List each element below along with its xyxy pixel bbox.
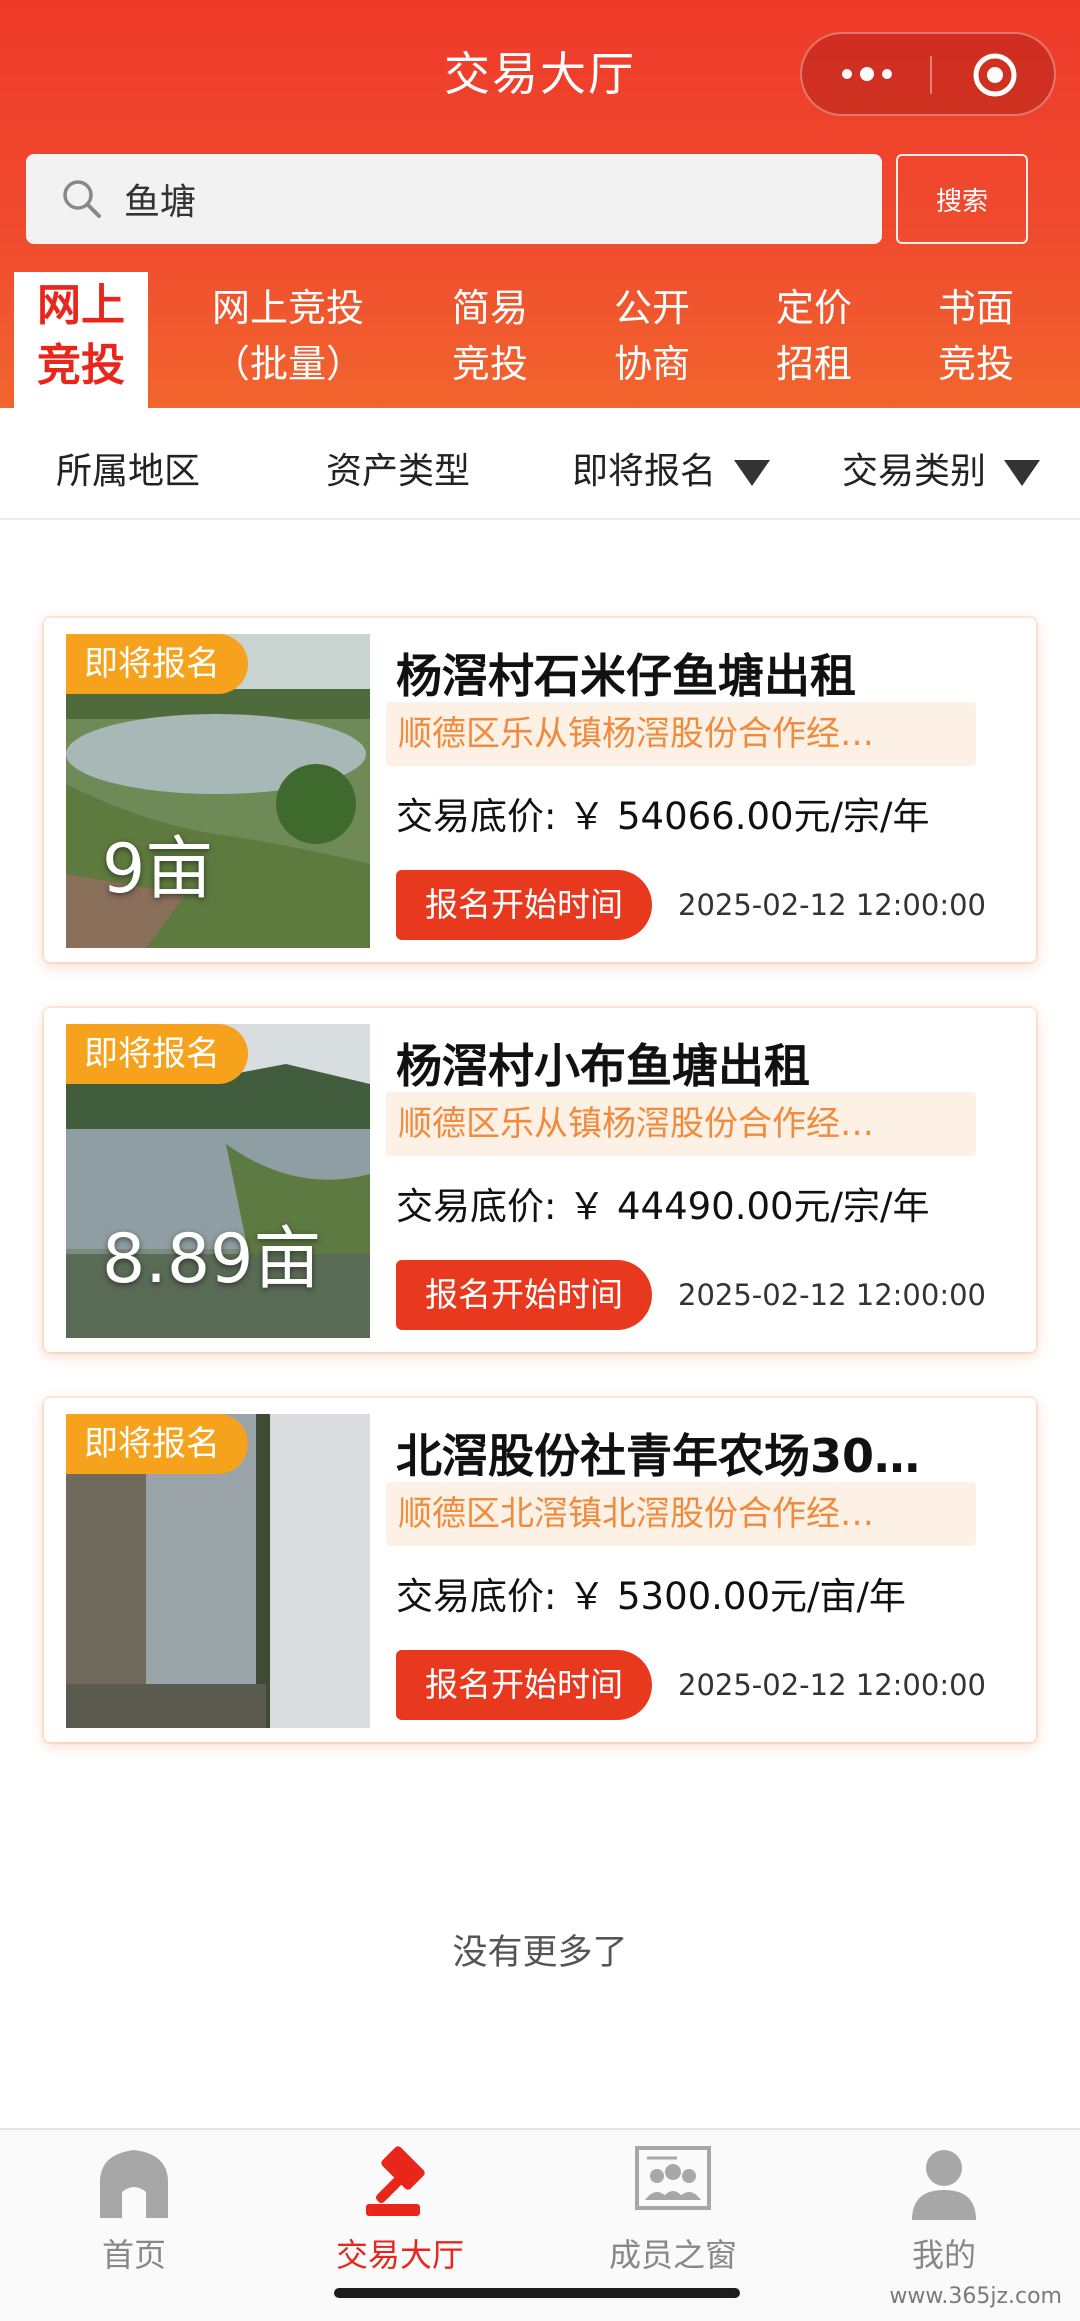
user-icon (912, 2150, 976, 2220)
tabbar-label: 成员之窗 (608, 2236, 737, 2274)
listing-title: 北滘股份社青年农场30… (396, 1429, 921, 1483)
tab-written-bidding[interactable]: 书面 竞投 (916, 268, 1036, 408)
capsule-divider (930, 56, 932, 94)
listing-card[interactable]: 即将报名 北滘股份社青年农场30… 顺德区北滘镇北滘股份合作经… 交易底价: ￥… (44, 1398, 1036, 1742)
members-icon (635, 2146, 711, 2210)
search-button[interactable]: 搜索 (896, 154, 1028, 244)
filter-status[interactable]: 即将报名 (572, 442, 771, 494)
status-badge: 即将报名 (66, 1414, 248, 1474)
filter-label: 即将报名 (572, 451, 717, 492)
filter-bar: 所属地区 资产类型 即将报名 交易类别 (0, 408, 1080, 520)
sign-up-start-time: 2025-02-12 12:00:00 (678, 888, 986, 922)
search-input[interactable] (124, 154, 864, 244)
listing-photo: 即将报名 8.89亩 (66, 1024, 370, 1338)
tab-online-bidding-batch[interactable]: 网上竞投 （批量） (188, 268, 388, 408)
watermark: www.365jz.com (889, 2284, 1062, 2309)
listing-photo: 即将报名 (66, 1414, 370, 1728)
listing-org: 顺德区北滘镇北滘股份合作经… (386, 1482, 976, 1546)
home-icon (100, 2150, 168, 2218)
filter-asset-type[interactable]: 资产类型 (326, 442, 470, 494)
tab-label-line2: 竞投 (37, 340, 125, 391)
tabbar-item-trading-hall[interactable]: 交易大厅 (300, 2142, 500, 2276)
tab-public-negotiation[interactable]: 公开 协商 (592, 268, 712, 408)
gavel-icon (366, 2146, 425, 2216)
close-target-icon[interactable] (970, 50, 1020, 100)
tab-simple-bidding[interactable]: 简易 竞投 (430, 268, 550, 408)
sign-up-start-button[interactable]: 报名开始时间 (396, 1260, 652, 1330)
trade-type-tabs: 网上 竞投 网上竞投 （批量） 简易 竞投 公开 协商 定价 招租 书面 竞投 (0, 268, 1080, 408)
listing-price: 交易底价: ￥ 5300.00元/亩/年 (396, 1575, 906, 1618)
tabbar-item-home[interactable]: 首页 (34, 2142, 234, 2276)
search-icon (63, 180, 101, 218)
more-icon[interactable] (832, 34, 902, 114)
tab-label-line2: （批量） (211, 342, 364, 386)
area-label: 9亩 (102, 830, 214, 909)
tabbar-item-members[interactable]: 成员之窗 (573, 2142, 773, 2276)
listing-photo: 即将报名 9亩 (66, 634, 370, 948)
status-badge: 即将报名 (66, 1024, 248, 1084)
tab-fixed-price-lease[interactable]: 定价 招租 (754, 268, 874, 408)
filter-trade-category[interactable]: 交易类别 (842, 442, 1041, 494)
tab-label-line1: 公开 (613, 286, 690, 330)
no-more-text: 没有更多了 (452, 1933, 628, 1973)
header: 交易大厅 搜索 网上 竞投 网上竞投 （批量） 简易 竞投 公开 协商 (0, 0, 1080, 408)
dropdown-triangle-icon (734, 460, 771, 486)
listing-org: 顺德区乐从镇杨滘股份合作经… (386, 1092, 976, 1156)
sign-up-start-time: 2025-02-12 12:00:00 (678, 1668, 986, 1702)
listing-title: 杨滘村小布鱼塘出租 (396, 1039, 810, 1093)
sign-up-start-button[interactable]: 报名开始时间 (396, 870, 652, 940)
search-box (26, 154, 882, 244)
filter-label: 交易类别 (842, 451, 987, 492)
sign-up-start-button[interactable]: 报名开始时间 (396, 1650, 652, 1720)
filter-region[interactable]: 所属地区 (56, 442, 200, 494)
listing-card[interactable]: 即将报名 9亩 杨滘村石米仔鱼塘出租 顺德区乐从镇杨滘股份合作经… 交易底价: … (44, 618, 1036, 962)
tab-label-line2: 竞投 (937, 342, 1014, 386)
tab-label-line2: 竞投 (451, 342, 528, 386)
listing-title: 杨滘村石米仔鱼塘出租 (396, 649, 856, 703)
listing-price: 交易底价: ￥ 44490.00元/宗/年 (396, 1185, 930, 1228)
tab-label-line2: 协商 (613, 342, 690, 386)
tabbar-label: 交易大厅 (335, 2236, 464, 2274)
area-label: 8.89亩 (102, 1220, 322, 1299)
tab-label-line1: 书面 (937, 286, 1014, 330)
tab-online-bidding[interactable]: 网上 竞投 (14, 272, 148, 408)
listing-card[interactable]: 即将报名 8.89亩 杨滘村小布鱼塘出租 顺德区乐从镇杨滘股份合作经… 交易底价… (44, 1008, 1036, 1352)
tabbar-label: 我的 (911, 2236, 976, 2274)
tab-label-line1: 定价 (775, 286, 852, 330)
tab-label-line2: 招租 (775, 342, 852, 386)
status-badge: 即将报名 (66, 634, 248, 694)
tabbar-item-mine[interactable]: 我的 (844, 2142, 1044, 2276)
tab-label-line1: 简易 (451, 286, 528, 330)
filter-label: 资产类型 (326, 451, 471, 492)
filter-label: 所属地区 (56, 451, 201, 492)
tabbar-label: 首页 (101, 2236, 166, 2274)
mini-program-capsule (800, 32, 1056, 116)
tab-label-line1: 网上竞投 (211, 286, 364, 330)
tab-label-line1: 网上 (37, 280, 125, 331)
home-indicator (334, 2288, 740, 2298)
listing-org: 顺德区乐从镇杨滘股份合作经… (386, 702, 976, 766)
dropdown-triangle-icon (1004, 460, 1041, 486)
sign-up-start-time: 2025-02-12 12:00:00 (678, 1278, 986, 1312)
listing-price: 交易底价: ￥ 54066.00元/宗/年 (396, 795, 930, 838)
